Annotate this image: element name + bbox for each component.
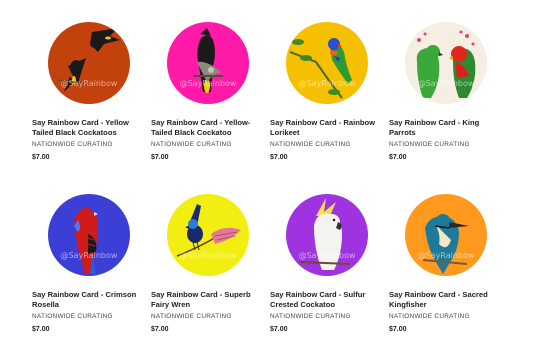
watermark: @SayRainbow (60, 251, 118, 260)
product-price: $7.00 (151, 326, 169, 333)
king-parrots-icon (416, 30, 476, 98)
product-card[interactable]: @SayRainbow Say Rainbow Card - Rainbow L… (270, 22, 382, 162)
product-image[interactable]: @SayRainbow (48, 194, 130, 276)
product-vendor: NATIONWIDE CURATING (32, 313, 113, 320)
product-title[interactable]: Say Rainbow Card - King Parrots (389, 118, 497, 138)
fairy-wren-icon (176, 204, 241, 257)
watermark: @SayRainbow (417, 79, 475, 88)
product-card[interactable]: @SayRainbow Say Rainbow Card - Crimson R… (32, 194, 144, 334)
product-vendor: NATIONWIDE CURATING (151, 141, 232, 148)
watermark: @SayRainbow (417, 251, 475, 260)
product-vendor: NATIONWIDE CURATING (389, 313, 470, 320)
product-title[interactable]: Say Rainbow Card - Yellow Tailed Black C… (32, 118, 140, 138)
product-vendor: NATIONWIDE CURATING (270, 313, 351, 320)
product-vendor: NATIONWIDE CURATING (32, 141, 113, 148)
black-cockatoo-pair-icon (57, 28, 120, 92)
product-image[interactable]: @SayRainbow (405, 194, 487, 276)
watermark: @SayRainbow (179, 251, 237, 260)
product-image[interactable]: @SayRainbow (286, 22, 368, 104)
product-image[interactable]: @SayRainbow (286, 194, 368, 276)
product-title[interactable]: Say Rainbow Card - Yellow-Tailed Black C… (151, 118, 259, 138)
product-title[interactable]: Say Rainbow Card - Sulfur Crested Cockat… (270, 290, 378, 310)
product-card[interactable]: @SayRainbow Say Rainbow Card - Yellow Ta… (32, 22, 144, 162)
product-title[interactable]: Say Rainbow Card - Superb Fairy Wren (151, 290, 259, 310)
product-price: $7.00 (270, 326, 288, 333)
black-cockatoo-icon (193, 28, 223, 93)
watermark: @SayRainbow (60, 79, 118, 88)
product-card[interactable]: @SayRainbow Say Rainbow Card - Sulfur Cr… (270, 194, 382, 334)
product-vendor: NATIONWIDE CURATING (270, 141, 351, 148)
watermark: @SayRainbow (298, 79, 356, 88)
product-price: $7.00 (389, 154, 407, 161)
product-image[interactable]: @SayRainbow (167, 194, 249, 276)
product-price: $7.00 (32, 326, 50, 333)
product-title[interactable]: Say Rainbow Card - Crimson Rosella (32, 290, 140, 310)
product-image[interactable]: @SayRainbow (405, 22, 487, 104)
product-price: $7.00 (270, 154, 288, 161)
product-vendor: NATIONWIDE CURATING (389, 141, 470, 148)
product-card[interactable]: @SayRainbow Say Rainbow Card - Yellow-Ta… (151, 22, 263, 162)
watermark: @SayRainbow (179, 79, 237, 88)
rainbow-lorikeet-icon (289, 38, 352, 99)
product-vendor: NATIONWIDE CURATING (151, 313, 232, 320)
kingfisher-icon (422, 214, 469, 274)
product-title[interactable]: Say Rainbow Card - Rainbow Lorikeet (270, 118, 378, 138)
product-title[interactable]: Say Rainbow Card - Sacred Kingfisher (389, 290, 497, 310)
crimson-rosella-icon (74, 208, 98, 274)
product-card[interactable]: @SayRainbow Say Rainbow Card - King Parr… (389, 22, 501, 162)
product-image[interactable]: @SayRainbow (48, 22, 130, 104)
product-card[interactable]: @SayRainbow Say Rainbow Card - Superb Fa… (151, 194, 263, 334)
product-card[interactable]: @SayRainbow Say Rainbow Card - Sacred Ki… (389, 194, 501, 334)
product-grid: @SayRainbow Say Rainbow Card - Yellow Ta… (0, 0, 533, 354)
product-price: $7.00 (151, 154, 169, 161)
product-image[interactable]: @SayRainbow (167, 22, 249, 104)
sulfur-cockatoo-icon (299, 198, 351, 270)
product-price: $7.00 (389, 326, 407, 333)
product-price: $7.00 (32, 154, 50, 161)
watermark: @SayRainbow (298, 251, 356, 260)
